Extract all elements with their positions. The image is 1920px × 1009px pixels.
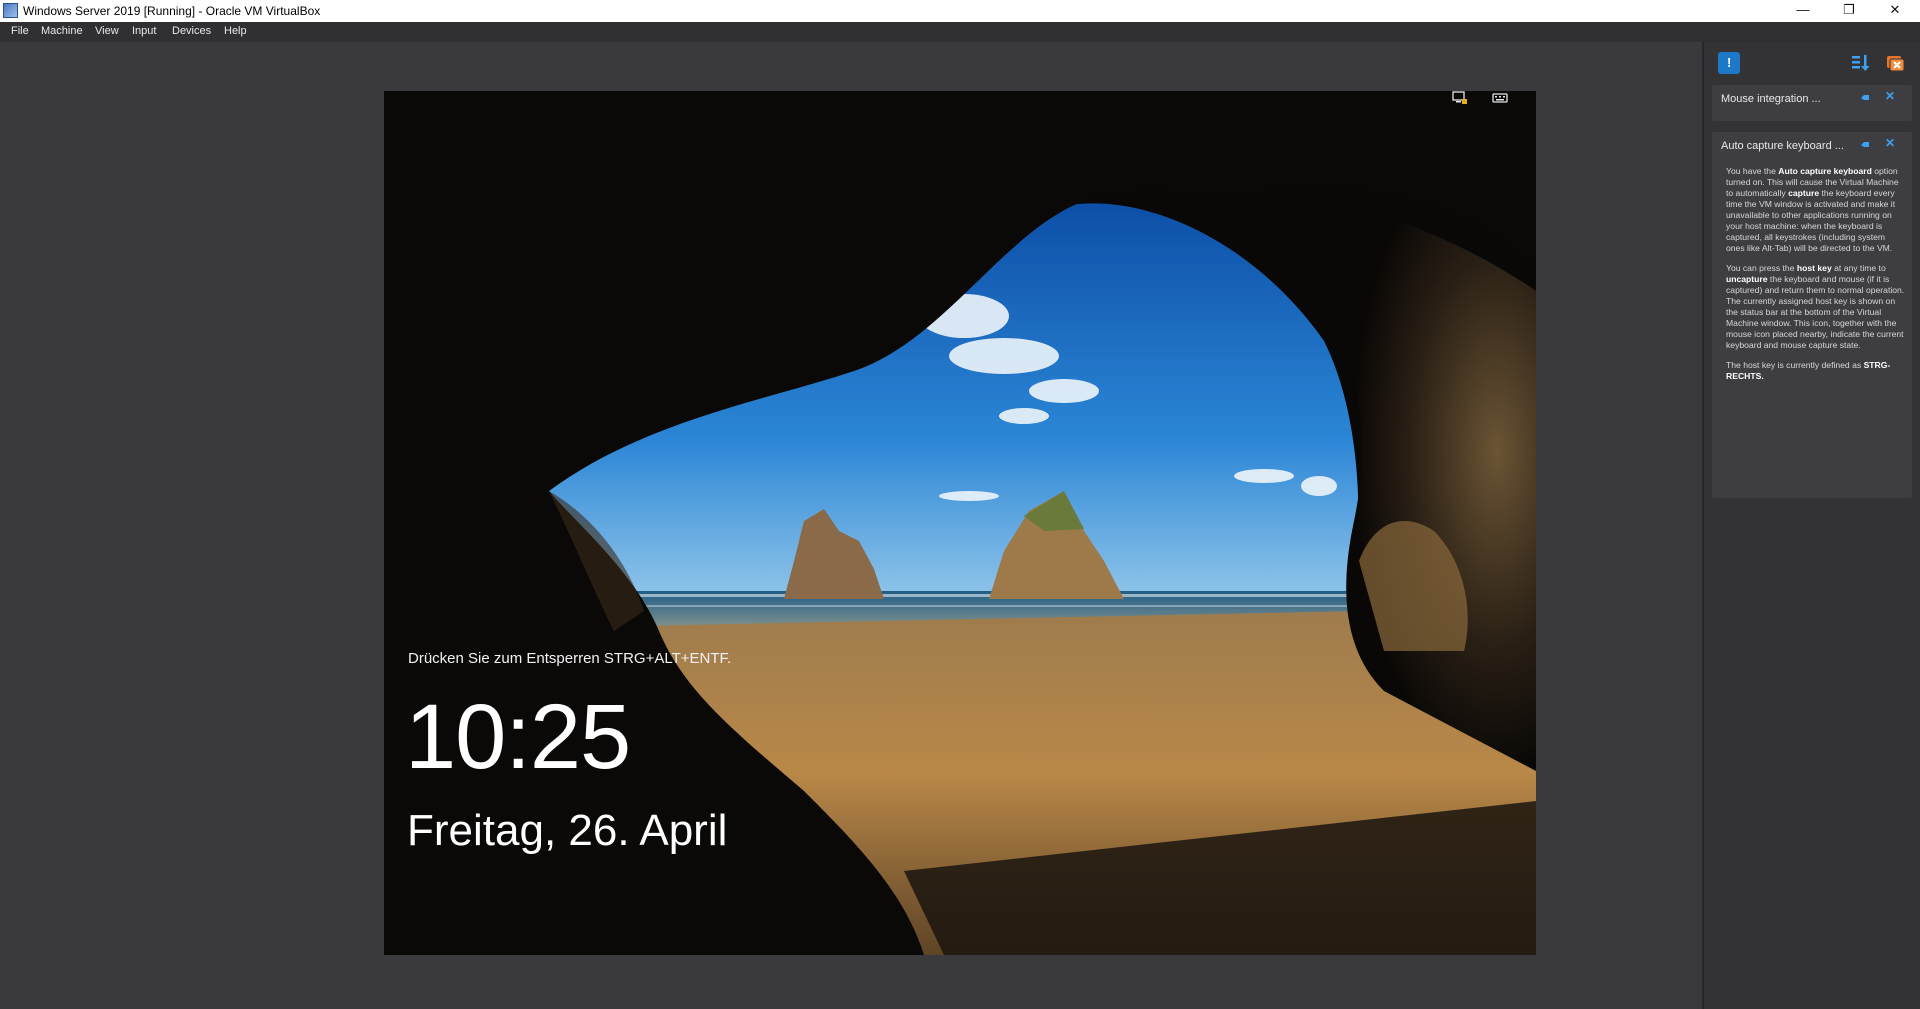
pin-icon[interactable]	[1860, 93, 1870, 103]
menu-devices[interactable]: Devices	[172, 25, 211, 37]
restore-button[interactable]: ❐	[1826, 0, 1872, 22]
notification-title: Auto capture keyboard ...	[1721, 140, 1844, 152]
notification-paragraph: The host key is currently defined as STR…	[1726, 360, 1891, 381]
notification-paragraph: You can press the host key at any time t…	[1726, 263, 1905, 350]
notification-body: You have the Auto capture keyboard optio…	[1726, 166, 1906, 391]
lockscreen-time: 10:25	[405, 686, 631, 788]
network-icon[interactable]	[1452, 91, 1468, 105]
menu-file[interactable]: File	[11, 25, 29, 37]
unlock-hint: Drücken Sie zum Entsperren STRG+ALT+ENTF…	[408, 650, 732, 667]
menu-view[interactable]: View	[95, 25, 119, 37]
minimize-button[interactable]: —	[1780, 0, 1826, 22]
notification-card-mouse-integration[interactable]: Mouse integration ... ✕	[1712, 85, 1912, 121]
vm-screen[interactable]: Drücken Sie zum Entsperren STRG+ALT+ENTF…	[384, 91, 1536, 955]
clear-all-icon[interactable]	[1884, 53, 1906, 73]
close-icon[interactable]: ✕	[1885, 89, 1895, 103]
notification-paragraph: You have the Auto capture keyboard optio…	[1726, 166, 1899, 253]
sort-icon[interactable]	[1850, 53, 1870, 73]
menu-machine[interactable]: Machine	[41, 25, 83, 37]
close-icon[interactable]: ✕	[1885, 136, 1895, 150]
menu-bar: File Machine View Input Devices Help	[0, 22, 1920, 42]
menu-input[interactable]: Input	[132, 25, 156, 37]
notification-center: ! Mouse integration ... ✕ Auto capture k…	[1702, 42, 1920, 1009]
close-button[interactable]: ✕	[1872, 0, 1918, 22]
pin-icon[interactable]	[1860, 140, 1870, 150]
notification-card-auto-capture[interactable]: Auto capture keyboard ... ✕ You have the…	[1712, 132, 1912, 498]
virtualbox-icon	[3, 3, 18, 18]
lockscreen-date: Freitag, 26. April	[407, 806, 728, 855]
window-title: Windows Server 2019 [Running] - Oracle V…	[23, 4, 321, 18]
notification-center-icon[interactable]: !	[1718, 52, 1740, 74]
notification-title: Mouse integration ...	[1721, 93, 1821, 105]
keyboard-icon[interactable]	[1492, 91, 1508, 105]
menu-help[interactable]: Help	[224, 25, 247, 37]
window-titlebar: Windows Server 2019 [Running] - Oracle V…	[0, 0, 1920, 22]
